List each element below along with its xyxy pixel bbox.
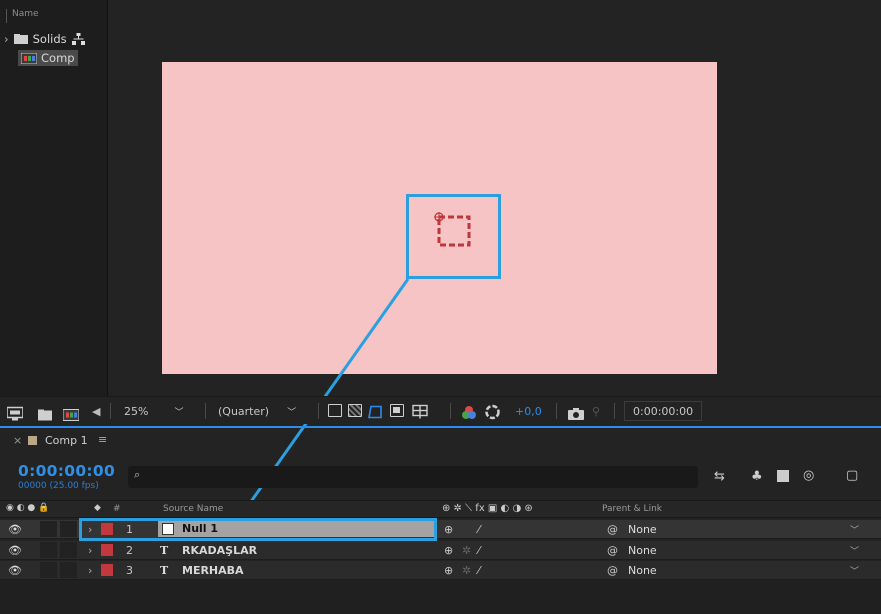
collapse-switch-icon[interactable]: ✲ xyxy=(462,561,471,579)
shy-switch-icon[interactable]: ⊕ xyxy=(444,541,453,559)
chevron-down-icon[interactable]: ﹀ xyxy=(850,561,859,579)
text-layer-icon: T xyxy=(160,563,169,577)
exposure-value[interactable]: +0,0 xyxy=(515,402,542,420)
frame-blending-icon[interactable] xyxy=(777,470,789,482)
quality-switch-icon[interactable]: ⁄ xyxy=(478,561,480,579)
shy-switch-icon[interactable]: ⊕ xyxy=(444,520,453,538)
separator xyxy=(556,403,557,419)
layer-number: 2 xyxy=(126,543,133,557)
chevron-right-icon[interactable]: › xyxy=(88,541,92,559)
resolution-value: (Quarter) xyxy=(218,404,270,418)
chevron-right-icon[interactable]: › xyxy=(88,561,92,579)
resolution-dropdown[interactable]: (Quarter) ﹀ xyxy=(218,402,296,420)
fast-previews-icon[interactable] xyxy=(328,404,342,417)
parent-dropdown[interactable]: None xyxy=(628,520,657,538)
timeline-tab-bar: × Comp 1 ≡ xyxy=(0,430,881,452)
frame-count: 00000 (25.00 fps) xyxy=(18,481,99,491)
interpret-footage-icon[interactable] xyxy=(7,405,23,423)
snapshot-camera-icon[interactable] xyxy=(568,405,584,423)
parent-dropdown[interactable]: None xyxy=(628,561,657,579)
shy-switch-icon[interactable]: ⊕ xyxy=(444,561,453,579)
panel-focus-line xyxy=(0,426,881,428)
pick-whip-icon[interactable]: @ xyxy=(607,561,618,579)
text-layer-icon: T xyxy=(160,543,169,557)
visibility-eye-icon[interactable]: 👁 xyxy=(8,561,22,579)
transparency-grid-icon[interactable] xyxy=(348,404,362,417)
separator xyxy=(205,403,206,419)
show-snapshot-icon[interactable]: ⚲ xyxy=(592,402,600,420)
collapse-switch-icon[interactable]: ✲ xyxy=(462,541,471,559)
layer-name[interactable]: MERHABA xyxy=(182,561,244,579)
parent-dropdown[interactable]: None xyxy=(628,541,657,559)
visibility-eye-icon[interactable]: 👁 xyxy=(8,520,22,538)
label-column-icon[interactable]: ◆ xyxy=(94,503,101,513)
quality-switch-icon[interactable]: ⁄ xyxy=(478,541,480,559)
motion-blur-icon[interactable]: ◎ xyxy=(803,468,814,483)
audio-toggle[interactable] xyxy=(40,521,57,537)
comp-label-swatch xyxy=(28,436,37,445)
region-of-interest-icon[interactable] xyxy=(390,404,404,417)
audio-toggle[interactable] xyxy=(40,562,57,578)
graph-editor-icon[interactable]: ▢ xyxy=(846,468,858,483)
layer-name[interactable]: RKADAŞLAR xyxy=(182,541,257,559)
shy-layers-icon[interactable]: ♣ xyxy=(751,469,763,484)
layer-row[interactable]: 👁 › 3 T MERHABA ⊕ ✲ ⁄ @ None ﹀ xyxy=(0,561,881,580)
separator xyxy=(318,403,319,419)
separator xyxy=(110,403,111,419)
layer-search-input[interactable]: ⌕ xyxy=(128,466,698,488)
parent-link-column-header[interactable]: Parent & Link xyxy=(602,504,662,514)
separator xyxy=(450,403,451,419)
audio-toggle[interactable] xyxy=(40,542,57,558)
comp-mini-flowchart-icon[interactable]: ⇆ xyxy=(714,469,725,484)
quality-switch-icon[interactable]: ⁄ xyxy=(478,520,480,538)
timeline-tab-label[interactable]: Comp 1 xyxy=(45,434,88,447)
visibility-eye-icon[interactable]: 👁 xyxy=(8,541,22,559)
layer-highlight-box xyxy=(79,518,437,541)
layer-columns-header: ◉ ◐ ● 🔒 ◆ # Source Name ⊕ ✲ ⟍ fx ▣ ◐ ◑ ⊛… xyxy=(0,500,881,518)
solo-toggle[interactable] xyxy=(60,521,77,537)
mask-visibility-icon[interactable] xyxy=(368,403,383,421)
chevron-down-icon[interactable]: ﹀ xyxy=(850,541,859,559)
label-color[interactable] xyxy=(101,564,113,576)
av-features-icons: ◉ ◐ ● 🔒 xyxy=(6,503,50,513)
zoom-value: 25% xyxy=(124,404,149,418)
zoom-dropdown[interactable]: 25% ﹀ xyxy=(124,402,183,420)
viewer-timecode[interactable]: 0:00:00:00 xyxy=(624,401,703,421)
new-folder-icon[interactable] xyxy=(38,406,52,424)
chevron-down-icon: ﹀ xyxy=(174,407,184,418)
switches-header-icons: ⊕ ✲ ⟍ fx ▣ ◐ ◑ ⊛ xyxy=(442,503,533,514)
label-color[interactable] xyxy=(101,544,113,556)
close-tab-icon[interactable]: × xyxy=(13,434,22,447)
pick-whip-icon[interactable]: @ xyxy=(607,520,618,538)
panel-menu-icon[interactable]: ≡ xyxy=(98,433,107,446)
current-time-display[interactable]: 0:00:00:00 xyxy=(18,462,115,480)
search-icon: ⌕ xyxy=(134,468,141,481)
color-management-icon[interactable] xyxy=(485,403,500,421)
project-settings-icon[interactable]: ◀ xyxy=(92,402,100,420)
timeline-empty-area xyxy=(0,580,881,614)
solo-toggle[interactable] xyxy=(60,562,77,578)
chevron-down-icon: ﹀ xyxy=(287,407,297,418)
viewer-toolbar: ◀ 25% ﹀ (Quarter) ﹀ +0,0 ⚲ 0:00:00:00 xyxy=(0,396,881,424)
layer-row[interactable]: 👁 › 2 T RKADAŞLAR ⊕ ✲ ⁄ @ None ﹀ xyxy=(0,541,881,560)
new-composition-icon[interactable] xyxy=(63,406,79,424)
separator xyxy=(614,403,615,419)
source-name-column-header[interactable]: Source Name xyxy=(163,504,223,514)
layer-number: 3 xyxy=(126,563,133,577)
grid-guides-icon[interactable] xyxy=(412,403,428,421)
viewer-timecode-value: 0:00:00:00 xyxy=(633,404,694,418)
pick-whip-icon[interactable]: @ xyxy=(607,541,618,559)
channel-rgb-icon[interactable] xyxy=(461,404,477,422)
solo-toggle[interactable] xyxy=(60,542,77,558)
chevron-down-icon[interactable]: ﹀ xyxy=(850,520,859,538)
number-column-header[interactable]: # xyxy=(113,504,121,514)
